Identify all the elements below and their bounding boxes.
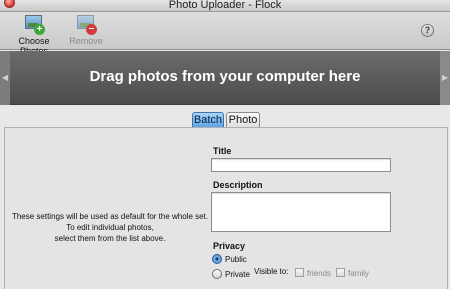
window-title: Photo Uploader - Flock <box>168 0 282 11</box>
description-label: Description <box>213 180 263 190</box>
scroll-right-icon[interactable]: ▶ <box>440 51 450 105</box>
public-label: Public <box>225 255 247 264</box>
remove-photo-icon: – <box>76 14 97 35</box>
photo-drop-zone[interactable]: ◀ Drag photos from your computer here ▶ <box>0 51 450 105</box>
family-checkbox[interactable] <box>336 268 345 277</box>
family-label: family <box>348 269 369 278</box>
toolbar: + Choose Photos – Remove ? <box>0 12 450 56</box>
choose-photos-button[interactable]: + Choose Photos <box>5 14 63 56</box>
remove-button[interactable]: – Remove <box>66 14 106 46</box>
friends-checkbox[interactable] <box>295 268 304 277</box>
help-icon[interactable]: ? <box>421 24 434 37</box>
public-radio[interactable] <box>212 254 222 264</box>
batch-hint-line: These settings will be used as default f… <box>11 212 209 221</box>
privacy-label: Privacy <box>213 241 246 251</box>
batch-hint-text: These settings will be used as default f… <box>5 211 215 244</box>
remove-label: Remove <box>69 36 103 46</box>
private-radio[interactable] <box>212 269 222 279</box>
title-input[interactable] <box>211 158 391 172</box>
batch-hint-line: To edit individual photos, <box>66 223 154 232</box>
drop-zone-message: Drag photos from your computer here <box>89 68 361 85</box>
private-label: Private <box>225 270 250 279</box>
batch-settings-panel: These settings will be used as default f… <box>4 127 448 289</box>
settings-tabs: Batch Photo <box>0 112 450 128</box>
tab-batch[interactable]: Batch <box>192 112 224 128</box>
friends-label: friends <box>307 269 332 278</box>
title-bar: Photo Uploader - Flock <box>0 0 450 12</box>
batch-hint-line: select them from the list above. <box>54 234 166 243</box>
tab-photo[interactable]: Photo <box>226 112 260 128</box>
visible-to-label: Visible to: <box>254 267 289 276</box>
description-textarea[interactable] <box>211 192 391 232</box>
add-photo-icon: + <box>24 14 45 35</box>
title-label: Title <box>213 146 232 156</box>
